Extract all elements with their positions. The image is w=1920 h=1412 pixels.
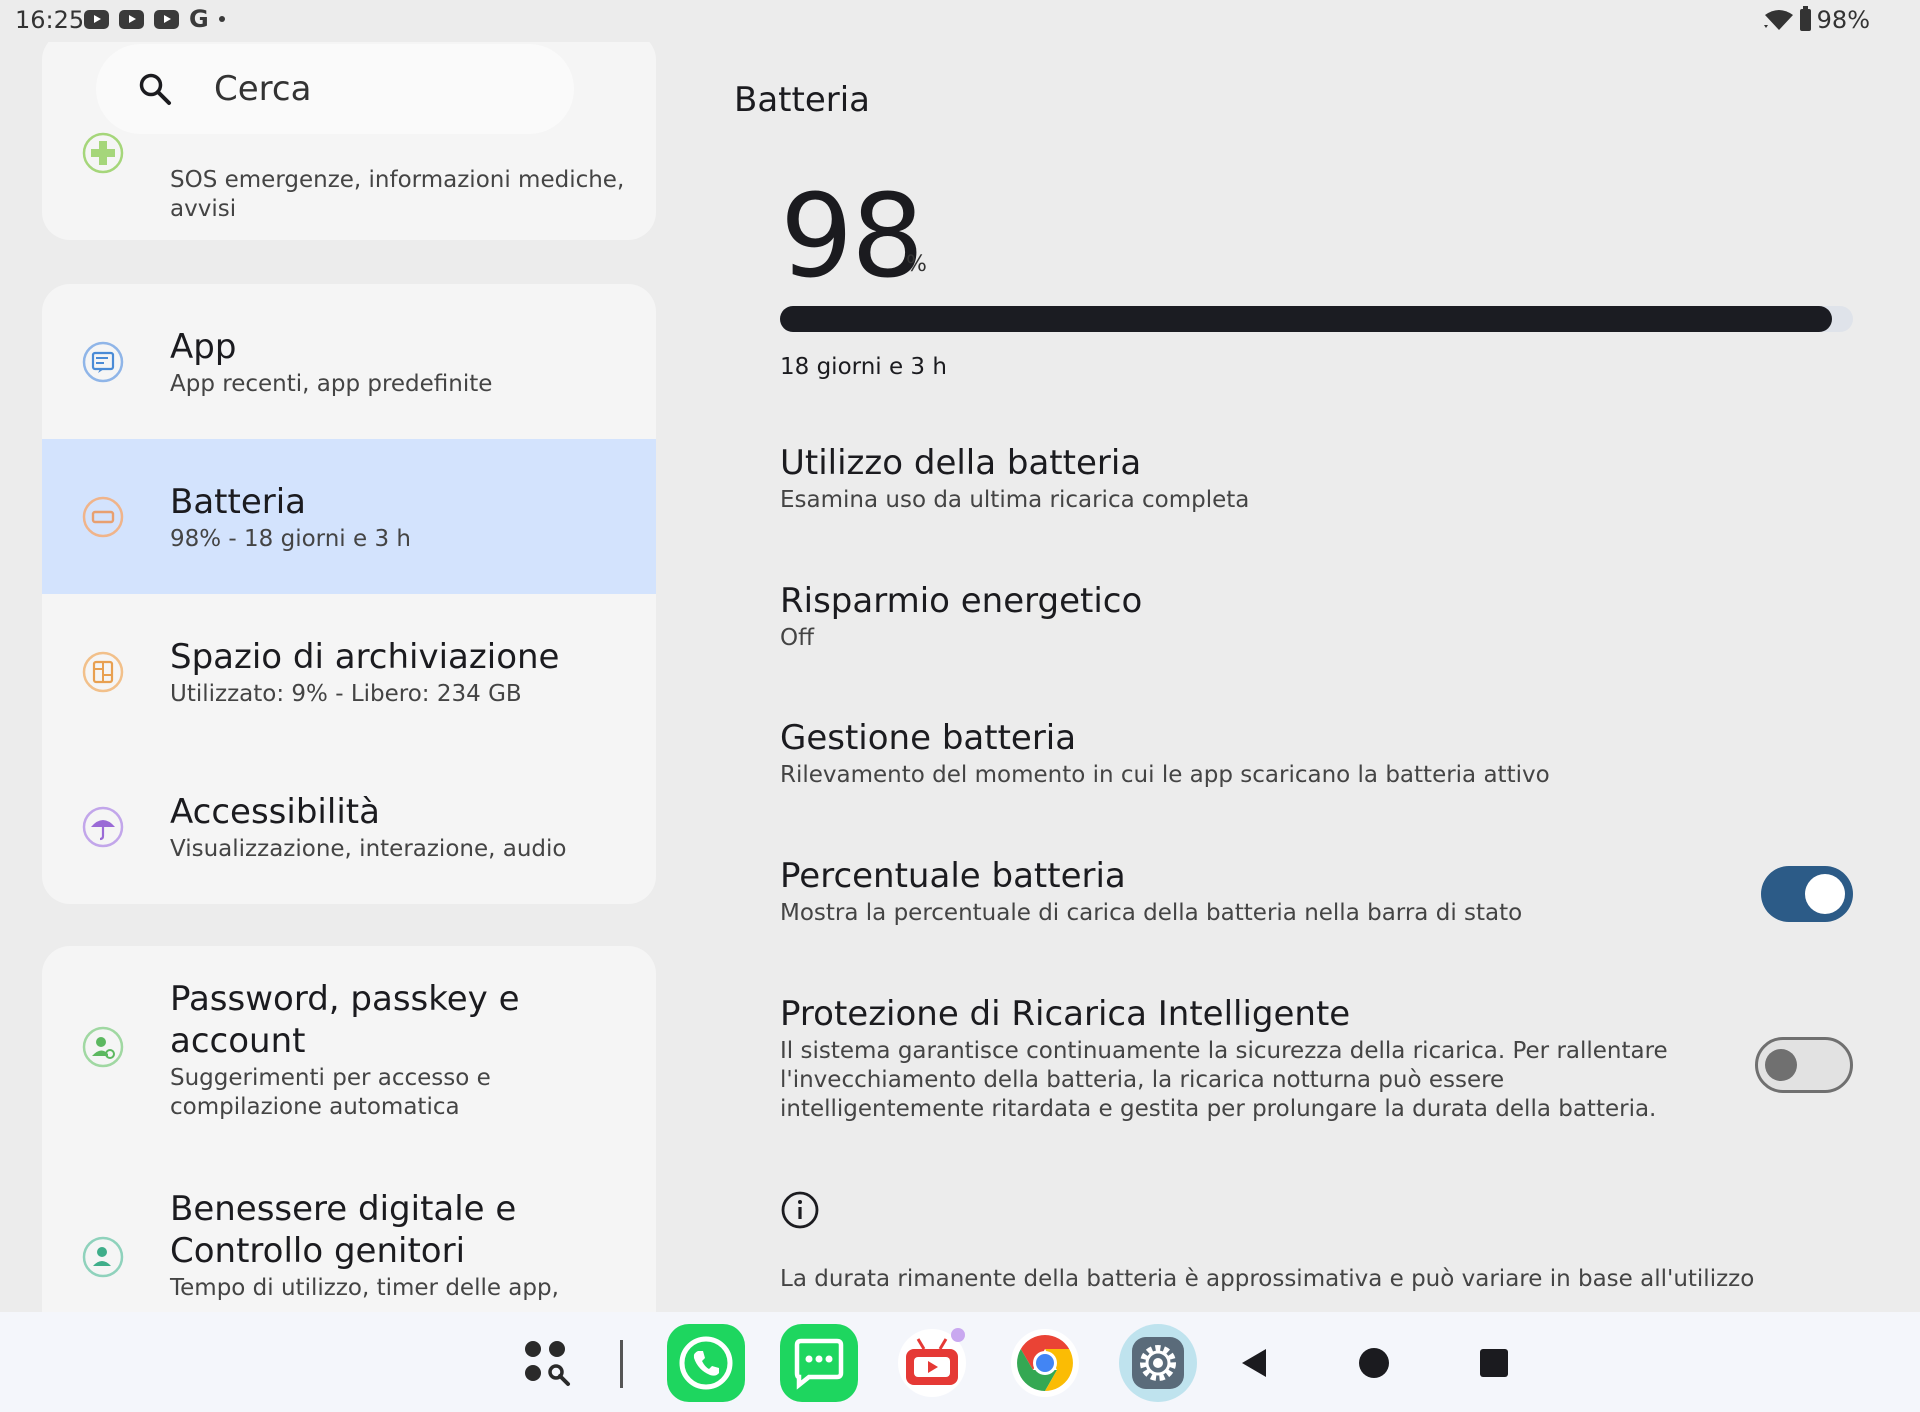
chat-bubble-icon: [794, 1338, 844, 1390]
sidebar-item-title: Batteria: [170, 482, 306, 522]
messages-app-button[interactable]: [780, 1324, 858, 1402]
setting-subtitle: Il sistema garantisce continuamente la s…: [780, 1038, 1668, 1122]
info-icon: [781, 1191, 819, 1229]
phone-glyph-icon: [679, 1336, 733, 1390]
setting-subtitle: Mostra la percentuale di carica della ba…: [780, 900, 1523, 926]
gear-icon: [1132, 1337, 1184, 1389]
setting-smart-charging[interactable]: Protezione di Ricarica Intelligente Il s…: [780, 993, 1680, 1124]
sidebar-item-subtitle: Visualizzazione, interazione, audio: [170, 836, 567, 862]
sidebar-item-title: Benessere digitale e Controllo genitori: [170, 1189, 517, 1271]
battery-icon: [1799, 6, 1811, 31]
status-right: 98%: [1763, 6, 1870, 34]
percent-sign: %: [906, 252, 927, 277]
battery-footnote: La durata rimanente della batteria è app…: [780, 1266, 1755, 1292]
setting-title: Risparmio energetico: [780, 581, 1143, 621]
recents-icon: [1480, 1349, 1508, 1377]
sidebar-item-battery[interactable]: Batteria 98% - 18 giorni e 3 h: [42, 439, 656, 594]
wellbeing-icon: [82, 1236, 124, 1278]
sidebar-item-subtitle: App recenti, app predefinite: [170, 371, 493, 397]
setting-title: Gestione batteria: [780, 718, 1077, 758]
setting-title: Percentuale batteria: [780, 856, 1126, 896]
battery-percent-large: 98: [780, 170, 924, 304]
sidebar-item-passwords[interactable]: Password, passkey e account Suggerimenti…: [42, 946, 656, 1146]
battery-remaining-time: 18 giorni e 3 h: [780, 354, 947, 380]
app-drawer-button[interactable]: [508, 1324, 586, 1402]
sidebar-item-storage[interactable]: Spazio di archiviazione Utilizzato: 9% -…: [42, 594, 656, 749]
accessibility-icon: [82, 806, 124, 848]
setting-battery-manager[interactable]: Gestione batteria Rilevamento del moment…: [780, 717, 1860, 790]
setting-battery-usage[interactable]: Utilizzo della batteria Esamina uso da u…: [780, 442, 1860, 515]
settings-app-button[interactable]: [1119, 1324, 1197, 1402]
battery-level-fill: [780, 306, 1832, 332]
search-input[interactable]: Cerca: [214, 69, 311, 109]
sidebar-card-accounts: Password, passkey e account Suggerimenti…: [42, 946, 656, 1312]
battery-percentage-toggle[interactable]: [1761, 866, 1853, 922]
phone-app-button[interactable]: [667, 1324, 745, 1402]
youtube-icon: [119, 9, 144, 29]
sidebar-item-subtitle: Utilizzato: 9% - Libero: 234 GB: [170, 681, 522, 707]
battery-icon: [82, 496, 124, 538]
sidebar-item-subtitle: SOS emergenze, informazioni mediche, avv…: [170, 167, 625, 222]
storage-icon: [82, 651, 124, 693]
sidebar-item-subtitle: Tempo di utilizzo, timer delle app,: [170, 1275, 559, 1301]
page-title: Batteria: [734, 80, 870, 120]
sidebar-item-app[interactable]: App App recenti, app predefinite: [42, 284, 656, 439]
sidebar-card-safety: SOS emergenze, informazioni mediche, avv…: [42, 42, 656, 240]
dot-icon: [218, 16, 225, 22]
setting-title: Utilizzo della batteria: [780, 443, 1142, 483]
chrome-app-button[interactable]: [1006, 1324, 1084, 1402]
youtube-icon: [84, 9, 109, 29]
phone-app-icon: [667, 1324, 745, 1402]
back-icon: [1242, 1349, 1266, 1377]
recents-button[interactable]: [1455, 1324, 1533, 1402]
battery-detail-pane: Batteria 98 % 18 giorni e 3 h Utilizzo d…: [700, 42, 1920, 1312]
setting-title: Protezione di Ricarica Intelligente: [780, 994, 1351, 1034]
notification-icons: G: [84, 5, 225, 33]
sidebar-item-subtitle: Suggerimenti per accesso e compilazione …: [170, 1065, 491, 1120]
search-icon: [139, 73, 171, 105]
wifi-icon: [1763, 10, 1793, 30]
battery-level-bar: [780, 306, 1853, 332]
sidebar-item-subtitle: 98% - 18 giorni e 3 h: [170, 526, 411, 552]
app-drawer-icon: [525, 1341, 570, 1386]
sidebar-item-title: App: [170, 327, 237, 367]
sidebar-item-title: Accessibilità: [170, 792, 380, 832]
youtube-icon: [154, 9, 179, 29]
settings-app-icon: [1119, 1324, 1197, 1402]
search-bar[interactable]: Cerca: [96, 44, 574, 134]
setting-subtitle: Esamina uso da ultima ricarica completa: [780, 487, 1250, 513]
google-icon: G: [189, 5, 209, 33]
setting-battery-percentage[interactable]: Percentuale batteria Mostra la percentua…: [780, 855, 1680, 928]
home-button[interactable]: [1335, 1324, 1413, 1402]
apps-icon: [82, 341, 124, 383]
tv-app-icon: [898, 1328, 966, 1397]
sidebar-item-title: Spazio di archiviazione: [170, 637, 560, 677]
setting-subtitle: Rilevamento del momento in cui le app sc…: [780, 762, 1550, 788]
status-time: 16:25: [15, 6, 85, 34]
sidebar-item-title: Password, passkey e account: [170, 979, 520, 1061]
tv-app-button[interactable]: [893, 1324, 971, 1402]
battery-percent-status: 98%: [1816, 6, 1870, 34]
emergency-icon: [82, 132, 124, 174]
account-icon: [82, 1026, 124, 1068]
setting-subtitle: Off: [780, 625, 814, 651]
status-bar: 16:25 G 98%: [0, 0, 1920, 42]
home-icon: [1359, 1348, 1389, 1378]
setting-power-saver[interactable]: Risparmio energetico Off: [780, 580, 1860, 653]
sidebar-item-wellbeing[interactable]: Benessere digitale e Controllo genitori …: [42, 1156, 656, 1312]
smart-charging-toggle[interactable]: [1755, 1037, 1853, 1093]
sidebar-item-accessibility[interactable]: Accessibilità Visualizzazione, interazio…: [42, 749, 656, 904]
taskbar-divider: [620, 1340, 623, 1388]
settings-sidebar: SOS emergenze, informazioni mediche, avv…: [0, 42, 700, 1312]
sidebar-card-main: App App recenti, app predefinite Batteri…: [42, 284, 656, 904]
chrome-app-icon: [1011, 1329, 1079, 1397]
messages-app-icon: [780, 1324, 858, 1402]
back-button[interactable]: [1215, 1324, 1293, 1402]
